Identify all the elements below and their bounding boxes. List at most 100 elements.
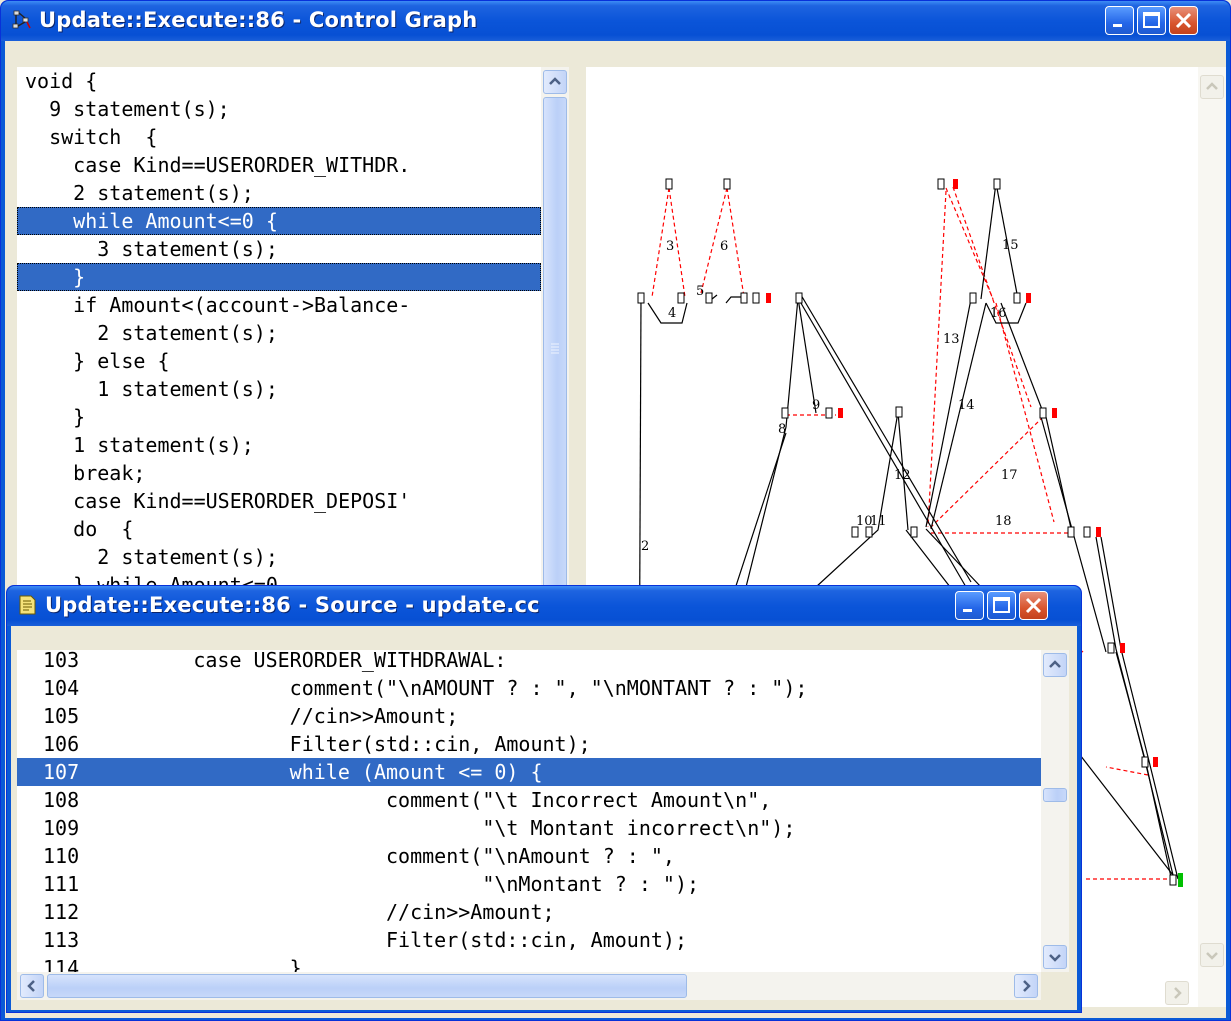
line-number: 113	[43, 928, 80, 952]
code-text: comment("\nAMOUNT ? : ", "\nMONTANT ? : …	[97, 676, 808, 700]
tree-node[interactable]: switch {	[17, 123, 541, 151]
source-scroll-up-button[interactable]	[1043, 653, 1067, 677]
source-line[interactable]: 109 "\t Montant incorrect\n");	[17, 814, 1041, 842]
control-graph-title: Update::Execute::86 - Control Graph	[39, 8, 478, 32]
graph-vertical-scrollbar[interactable]	[1198, 67, 1226, 1007]
code-text: while (Amount <= 0) {	[97, 760, 543, 784]
close-button[interactable]	[1169, 6, 1198, 35]
source-line[interactable]: 103 case USERORDER_WITHDRAWAL:	[17, 650, 1041, 674]
edge-label: 8	[778, 422, 786, 437]
source-line[interactable]: 112 //cin>>Amount;	[17, 898, 1041, 926]
edge-label: 15	[1002, 238, 1019, 253]
maximize-button[interactable]	[1137, 6, 1166, 35]
size-grip[interactable]	[1041, 972, 1069, 1000]
edge-label: 16	[990, 306, 1007, 321]
chevron-up-icon	[1049, 660, 1061, 668]
chevron-right-icon	[1174, 987, 1182, 999]
source-titlebar[interactable]: Update::Execute::86 - Source - update.cc	[7, 586, 1081, 626]
line-number: 107	[43, 760, 80, 784]
source-close-button[interactable]	[1019, 591, 1048, 620]
line-number: 110	[43, 844, 80, 868]
tree-node[interactable]: }	[17, 263, 541, 291]
tree-vertical-scrollbar[interactable]	[541, 67, 569, 597]
chevron-left-icon	[27, 980, 35, 992]
source-maximize-button[interactable]	[987, 591, 1016, 620]
line-number: 106	[43, 732, 80, 756]
minimize-icon	[963, 609, 972, 612]
source-hscroll-thumb[interactable]	[47, 974, 687, 998]
source-line[interactable]: 113 Filter(std::cin, Amount);	[17, 926, 1041, 954]
source-horizontal-scrollbar[interactable]	[17, 972, 1041, 1000]
source-code-pane[interactable]: 103 case USERORDER_WITHDRAWAL: 104 commen…	[17, 650, 1041, 972]
edge-label: 5	[696, 284, 704, 299]
code-text: //cin>>Amount;	[97, 704, 459, 728]
source-line[interactable]: 108 comment("\t Incorrect Amount\n",	[17, 786, 1041, 814]
tree-node[interactable]: 1 statement(s);	[17, 375, 541, 403]
edge-label: 18	[995, 514, 1012, 529]
code-text: "\nMontant ? : ");	[97, 872, 700, 896]
code-text: //cin>>Amount;	[97, 900, 555, 924]
tree-node[interactable]: while Amount<=0 {	[17, 207, 541, 235]
line-number: 108	[43, 788, 80, 812]
code-text: Filter(std::cin, Amount);	[97, 732, 591, 756]
edge-label: 11	[870, 514, 887, 529]
code-text: "\t Montant incorrect\n");	[97, 816, 796, 840]
tree-node[interactable]: case Kind==USERORDER_DEPOSI'	[17, 487, 541, 515]
line-number: 114	[43, 956, 80, 972]
tree-node[interactable]: do {	[17, 515, 541, 543]
source-minimize-button[interactable]	[955, 591, 984, 620]
tree-node[interactable]: 2 statement(s);	[17, 179, 541, 207]
chevron-up-icon	[549, 77, 561, 85]
source-scroll-left-button[interactable]	[20, 974, 44, 998]
tree-node[interactable]: 9 statement(s);	[17, 95, 541, 123]
tree-node[interactable]: 2 statement(s);	[17, 319, 541, 347]
tree-node[interactable]: 1 statement(s);	[17, 431, 541, 459]
source-scroll-thumb[interactable]	[1043, 788, 1067, 802]
graph-scroll-up-button[interactable]	[1200, 75, 1224, 99]
grip-icon	[551, 343, 559, 354]
source-line[interactable]: 114 }	[17, 954, 1041, 972]
edge-label: 14	[958, 398, 975, 413]
source-file-icon	[17, 594, 39, 616]
tree-node[interactable]: 2 statement(s);	[17, 543, 541, 571]
source-line[interactable]: 111 "\nMontant ? : ");	[17, 870, 1041, 898]
code-text: }	[97, 956, 302, 972]
graph-scroll-down-button[interactable]	[1200, 943, 1224, 967]
tree-node[interactable]: if Amount<(account->Balance-	[17, 291, 541, 319]
source-line[interactable]: 106 Filter(std::cin, Amount);	[17, 730, 1041, 758]
tree-node[interactable]: } else {	[17, 347, 541, 375]
tree-node[interactable]: 3 statement(s);	[17, 235, 541, 263]
source-scroll-down-button[interactable]	[1043, 945, 1067, 969]
tree-node[interactable]: case Kind==USERORDER_WITHDR.	[17, 151, 541, 179]
graph-scroll-right-button[interactable]	[1165, 981, 1189, 1005]
minimize-button[interactable]	[1105, 6, 1134, 35]
source-line[interactable]: 105 //cin>>Amount;	[17, 702, 1041, 730]
minimize-icon	[1113, 24, 1122, 27]
source-line[interactable]: 110 comment("\nAmount ? : ",	[17, 842, 1041, 870]
tree-node[interactable]: break;	[17, 459, 541, 487]
source-scroll-right-button[interactable]	[1014, 974, 1038, 998]
edge-label: 6	[720, 239, 728, 254]
line-number: 112	[43, 900, 80, 924]
tree-scroll-thumb[interactable]	[543, 97, 567, 597]
line-number: 104	[43, 676, 80, 700]
tree-scroll-up-button[interactable]	[543, 70, 567, 94]
tree-node[interactable]: void {	[17, 67, 541, 95]
source-line[interactable]: 104 comment("\nAMOUNT ? : ", "\nMONTANT …	[17, 674, 1041, 702]
code-text: Filter(std::cin, Amount);	[97, 928, 688, 952]
edge-label: 4	[668, 306, 676, 321]
line-number: 105	[43, 704, 80, 728]
chevron-right-icon	[1023, 980, 1031, 992]
control-graph-titlebar[interactable]: Update::Execute::86 - Control Graph	[1, 1, 1230, 41]
tree-node[interactable]: }	[17, 403, 541, 431]
chevron-down-icon	[1206, 952, 1218, 960]
structure-tree-pane[interactable]: void { 9 statement(s); switch { case Kin…	[17, 67, 541, 587]
control-graph-app-icon	[11, 9, 33, 31]
source-vertical-scrollbar[interactable]	[1041, 650, 1069, 972]
source-line[interactable]: 107 while (Amount <= 0) {	[17, 758, 1041, 786]
line-number: 103	[43, 650, 80, 672]
maximize-icon	[1143, 12, 1160, 28]
edge-label: 2	[641, 539, 649, 554]
line-number: 109	[43, 816, 80, 840]
line-number: 111	[43, 872, 80, 896]
